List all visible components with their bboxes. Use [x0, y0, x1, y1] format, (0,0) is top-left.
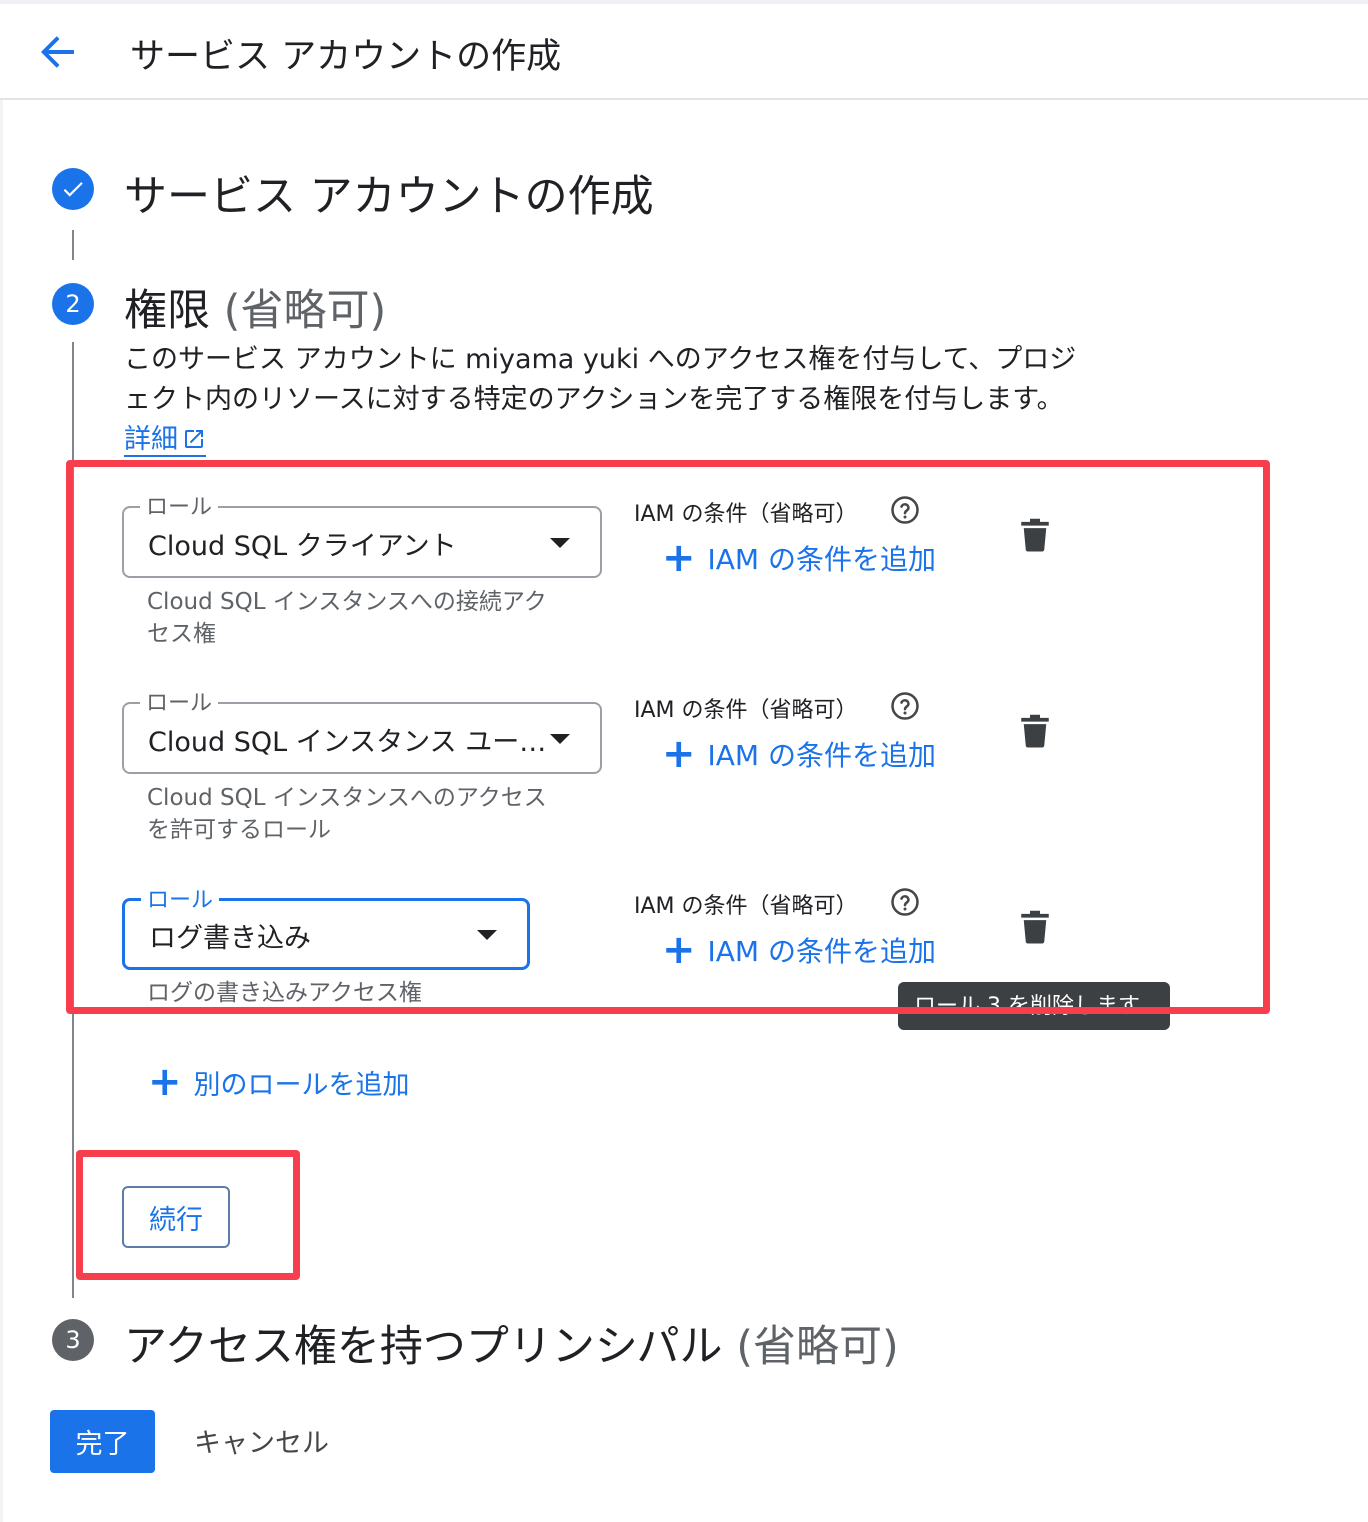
- help-icon[interactable]: [890, 691, 920, 721]
- role-help-3: ログの書き込みアクセス権: [147, 977, 422, 1003]
- page-title: サービス アカウントの作成: [130, 37, 562, 77]
- add-iam-condition-text-2: IAM の条件を追加: [707, 739, 936, 772]
- dropdown-caret-icon: [477, 930, 497, 940]
- add-iam-condition-button-3[interactable]: + IAM の条件を追加: [662, 930, 936, 970]
- role-help-1-line1: Cloud SQL インスタンスへの接続アク: [147, 589, 547, 615]
- role-select-1[interactable]: ロール Cloud SQL クライアント: [122, 489, 602, 578]
- role-value-2: Cloud SQL インスタンス ユー…: [148, 727, 547, 758]
- back-arrow-icon[interactable]: [34, 28, 82, 76]
- role-help-1-line2: セス権: [147, 621, 216, 647]
- step-2-title-text: 権限: [124, 286, 210, 336]
- add-iam-condition-text-1: IAM の条件を追加: [707, 543, 936, 576]
- role-value-1: Cloud SQL クライアント: [148, 531, 457, 562]
- dropdown-caret-icon: [550, 538, 570, 548]
- delete-role-tooltip: ロール 3 を削除します: [898, 982, 1170, 1030]
- iam-condition-label-3: IAM の条件（省略可）: [634, 894, 858, 919]
- step-2-number: 2: [52, 283, 94, 325]
- iam-condition-label-1: IAM の条件（省略可）: [634, 502, 858, 527]
- role-help-1: Cloud SQL インスタンスへの接続アク セス権: [147, 586, 547, 650]
- plus-icon: +: [662, 535, 696, 581]
- trash-icon[interactable]: [1020, 910, 1050, 944]
- step-complete-check-icon: [52, 168, 94, 210]
- continue-button[interactable]: 続行: [122, 1186, 230, 1248]
- add-iam-condition-button-2[interactable]: + IAM の条件を追加: [662, 734, 936, 774]
- permissions-description: このサービス アカウントに miyama yuki へのアクセス権を付与して、プ…: [124, 340, 1084, 460]
- done-button[interactable]: 完了: [50, 1410, 155, 1473]
- role-help-2: Cloud SQL インスタンスへのアクセス を許可するロール: [147, 782, 547, 846]
- add-another-role-button[interactable]: + 別のロールを追加: [148, 1062, 410, 1102]
- dropdown-caret-icon: [550, 734, 570, 744]
- plus-icon: +: [148, 1059, 182, 1105]
- page-edge: [0, 100, 3, 1522]
- learn-more-link[interactable]: 詳細: [124, 424, 206, 457]
- step-3-number: 3: [52, 1319, 94, 1361]
- plus-icon: +: [662, 927, 696, 973]
- step-1-title[interactable]: サービス アカウントの作成: [124, 162, 654, 224]
- add-iam-condition-button-1[interactable]: + IAM の条件を追加: [662, 538, 936, 578]
- role-label-1: ロール: [140, 489, 219, 521]
- step-2-title: 権限 (省略可): [124, 276, 386, 338]
- cancel-button[interactable]: キャンセル: [194, 1421, 329, 1460]
- add-iam-condition-text-3: IAM の条件を追加: [707, 935, 936, 968]
- plus-icon: +: [662, 731, 696, 777]
- add-another-role-text: 別のロールを追加: [193, 1069, 410, 1101]
- iam-condition-label-2: IAM の条件（省略可）: [634, 698, 858, 723]
- step-2-optional: (省略可): [223, 286, 387, 336]
- help-icon[interactable]: [890, 887, 920, 917]
- role-help-2-line2: を許可するロール: [147, 817, 331, 843]
- trash-icon[interactable]: [1020, 714, 1050, 748]
- role-label-3: ロール: [141, 882, 220, 914]
- role-select-2[interactable]: ロール Cloud SQL インスタンス ユー…: [122, 685, 602, 774]
- trash-icon[interactable]: [1020, 518, 1050, 552]
- help-icon[interactable]: [890, 495, 920, 525]
- step-3-optional: (省略可): [736, 1322, 899, 1372]
- description-text: このサービス アカウントに miyama yuki へのアクセス権を付与して、プ…: [124, 344, 1077, 415]
- role-select-3[interactable]: ロール ログ書き込み: [122, 882, 530, 970]
- role-label-2: ロール: [140, 685, 219, 717]
- role-value-3: ログ書き込み: [149, 923, 311, 954]
- role-help-3-line1: ログの書き込みアクセス権: [147, 980, 422, 1003]
- role-help-2-line1: Cloud SQL インスタンスへのアクセス: [147, 785, 547, 811]
- step-2-line: [72, 342, 74, 1298]
- step-3-title[interactable]: アクセス権を持つプリンシパル (省略可): [124, 1312, 899, 1374]
- step-connector: [72, 230, 74, 260]
- learn-more-text: 詳細: [124, 424, 178, 455]
- step-3-title-text: アクセス権を持つプリンシパル: [124, 1322, 723, 1372]
- external-link-icon: [185, 430, 203, 448]
